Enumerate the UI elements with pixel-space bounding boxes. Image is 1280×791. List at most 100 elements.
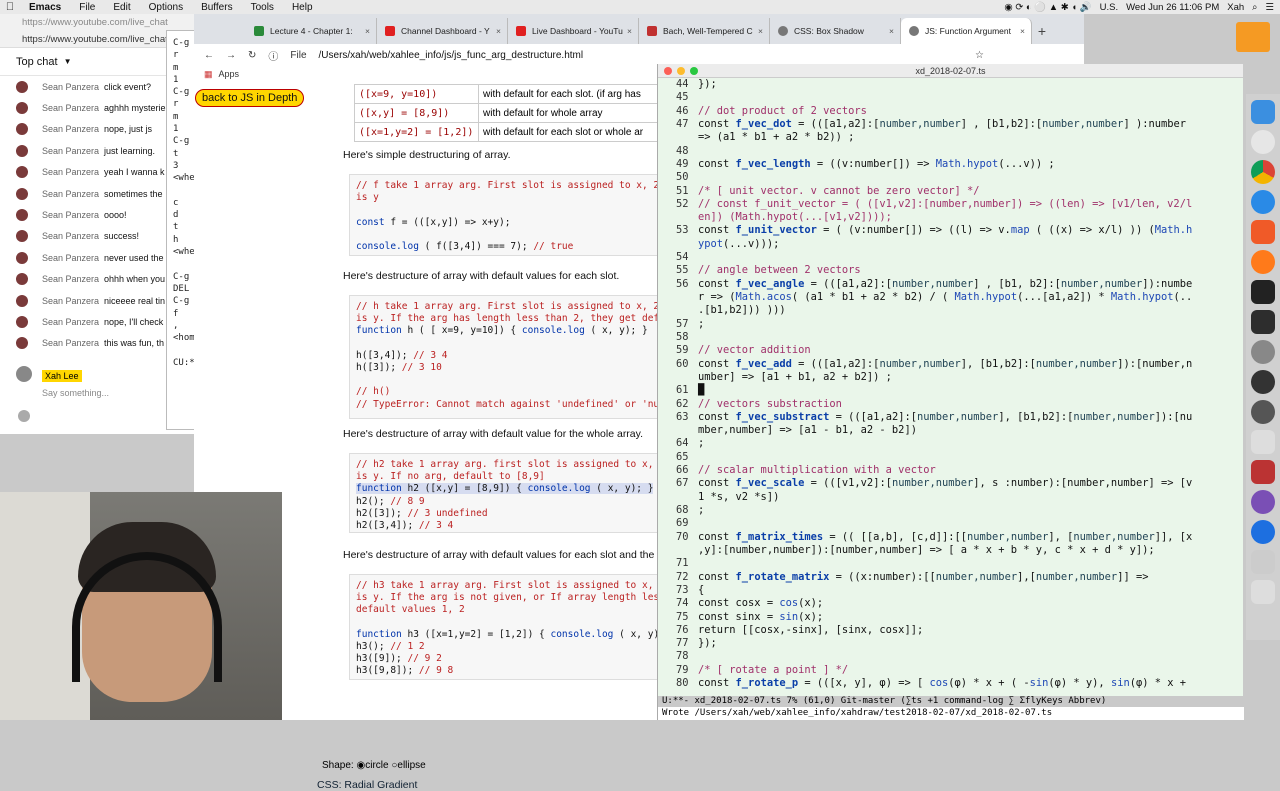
tab-lecture[interactable]: Lecture 4 - Chapter 1: × — [246, 18, 377, 44]
emacs-icon[interactable] — [1251, 490, 1275, 514]
chat-author[interactable]: Sean Panzera — [42, 253, 104, 263]
tab-label: Bach, Well-Tempered C — [663, 26, 753, 36]
avatar[interactable] — [16, 230, 28, 243]
status-icons[interactable]: ◉ ⟳ ◐ ⚪ ▲ ✱ ◖ 🔊 — [1004, 2, 1091, 13]
avatar[interactable] — [16, 273, 28, 286]
avatar[interactable] — [16, 166, 28, 179]
chevron-down-icon[interactable]: ▼ — [64, 57, 72, 66]
tab-box-shadow[interactable]: CSS: Box Shadow × — [770, 18, 901, 44]
radio-circle-icon[interactable]: ◉ — [356, 760, 365, 771]
menu-list-icon[interactable]: ☰ — [1265, 2, 1274, 13]
chrome-icon[interactable] — [1251, 160, 1275, 184]
forward-icon[interactable]: → — [226, 50, 236, 61]
avatar[interactable] — [16, 144, 28, 157]
apps-bookmark[interactable]: Apps — [219, 69, 240, 79]
globe-icon — [778, 26, 788, 36]
search-icon[interactable]: ⌕ — [1252, 2, 1257, 13]
avatar[interactable] — [16, 187, 28, 200]
info-icon[interactable]: ⓘ — [268, 48, 278, 63]
close-icon[interactable]: × — [365, 26, 370, 36]
system-preferences-icon[interactable] — [1251, 340, 1275, 364]
apple-icon[interactable]:  — [0, 1, 20, 13]
menu-file[interactable]: File — [70, 2, 104, 13]
firefox-icon[interactable] — [1251, 250, 1275, 274]
chat-author[interactable]: Sean Panzera — [42, 146, 104, 156]
apps-icon[interactable]: ▦ — [204, 69, 213, 80]
chat-author[interactable]: Sean Panzera — [42, 231, 104, 241]
reload-icon[interactable]: ↻ — [248, 50, 256, 61]
safari-icon[interactable] — [1251, 190, 1275, 214]
chat-text: this was fun, th — [104, 338, 165, 349]
menu-tools[interactable]: Tools — [242, 2, 283, 13]
photo-booth-icon[interactable] — [1251, 460, 1275, 484]
close-icon[interactable]: × — [758, 26, 763, 36]
terminal-icon[interactable] — [1251, 280, 1275, 304]
trash-icon[interactable] — [1251, 580, 1275, 604]
folder-icon[interactable] — [1236, 22, 1270, 52]
chat-author[interactable]: Sean Panzera — [42, 124, 104, 134]
chat-url-1[interactable]: https://www.youtube.com/live_chat — [22, 17, 177, 28]
back-to-js-link[interactable]: back to JS in Depth — [195, 89, 305, 107]
tab-live-dashboard[interactable]: Live Dashboard - YouTu × — [508, 18, 639, 44]
input-source[interactable]: U.S. — [1100, 2, 1118, 13]
close-icon[interactable]: × — [889, 26, 894, 36]
chat-input[interactable]: Say something... — [42, 388, 109, 398]
chat-author[interactable]: Sean Panzera — [42, 296, 104, 306]
avatar[interactable] — [16, 123, 28, 136]
shape-option-circle[interactable]: circle — [365, 760, 388, 771]
avatar[interactable] — [16, 251, 28, 264]
avatar[interactable] — [16, 102, 28, 115]
launchpad-icon[interactable] — [1251, 130, 1275, 154]
avatar[interactable] — [16, 315, 28, 328]
chat-author[interactable]: Sean Panzera — [42, 274, 104, 284]
chat-author[interactable]: Sean Panzera — [42, 82, 104, 92]
menu-help[interactable]: Help — [283, 2, 322, 13]
chat-url-2[interactable]: https://www.youtube.com/live_chat — [22, 34, 177, 45]
chat-author[interactable]: Sean Panzera — [42, 103, 104, 113]
address-bar[interactable]: /Users/xah/web/xahlee_info/js/js_func_ar… — [319, 50, 584, 61]
zoom-window-icon[interactable] — [690, 67, 698, 75]
avatar[interactable] — [16, 80, 28, 93]
chat-author[interactable]: Sean Panzera — [42, 210, 104, 220]
app-store-icon[interactable] — [1251, 520, 1275, 544]
new-tab-button[interactable]: + — [1032, 18, 1052, 44]
emoji-icon[interactable] — [18, 410, 30, 422]
close-icon[interactable]: × — [496, 26, 501, 36]
chat-text: success! — [104, 231, 140, 242]
minimize-window-icon[interactable] — [677, 67, 685, 75]
menu-buffers[interactable]: Buffers — [192, 2, 242, 13]
finder-icon[interactable] — [1251, 100, 1275, 124]
close-icon[interactable]: × — [1020, 26, 1025, 36]
code-editor[interactable]: 44}); 45 46// dot product of 2 vectors 4… — [658, 78, 1244, 698]
radial-gradient-heading[interactable]: CSS: Radial Gradient — [317, 779, 417, 791]
code-block: // h3 take 1 array arg. First slot is as… — [349, 574, 669, 680]
tab-channel-dashboard[interactable]: Channel Dashboard - Y × — [377, 18, 508, 44]
avatar[interactable] — [16, 294, 28, 307]
tab-function-argument[interactable]: JS: Function Argument × — [901, 18, 1032, 44]
back-icon[interactable]: ← — [204, 50, 214, 61]
shape-option-ellipse[interactable]: ellipse — [397, 760, 425, 771]
chat-author[interactable]: Sean Panzera — [42, 189, 104, 199]
close-window-icon[interactable] — [664, 67, 672, 75]
chat-author[interactable]: Sean Panzera — [42, 338, 104, 348]
quicktime-icon[interactable] — [1251, 400, 1275, 424]
menu-options[interactable]: Options — [140, 2, 192, 13]
clock[interactable]: Wed Jun 26 11:06 PM — [1126, 2, 1219, 13]
preview-icon[interactable] — [1251, 430, 1275, 454]
menu-app[interactable]: Emacs — [20, 2, 70, 13]
chat-author[interactable]: Sean Panzera — [42, 317, 104, 327]
top-chat-label[interactable]: Top chat — [16, 56, 58, 68]
activity-monitor-icon[interactable] — [1251, 310, 1275, 334]
downloads-icon[interactable] — [1251, 550, 1275, 574]
bookmark-star-icon[interactable]: ☆ — [975, 50, 984, 61]
chat-author[interactable]: Sean Panzera — [42, 167, 104, 177]
avatar[interactable] — [16, 337, 28, 350]
close-icon[interactable]: × — [627, 26, 632, 36]
user-name[interactable]: Xah — [1227, 2, 1244, 13]
brave-icon[interactable] — [1251, 220, 1275, 244]
tab-bach[interactable]: Bach, Well-Tempered C × — [639, 18, 770, 44]
obs-icon[interactable] — [1251, 370, 1275, 394]
emacs-titlebar: xd_2018-02-07.ts — [658, 64, 1243, 78]
avatar[interactable] — [16, 209, 28, 222]
menu-edit[interactable]: Edit — [104, 2, 139, 13]
